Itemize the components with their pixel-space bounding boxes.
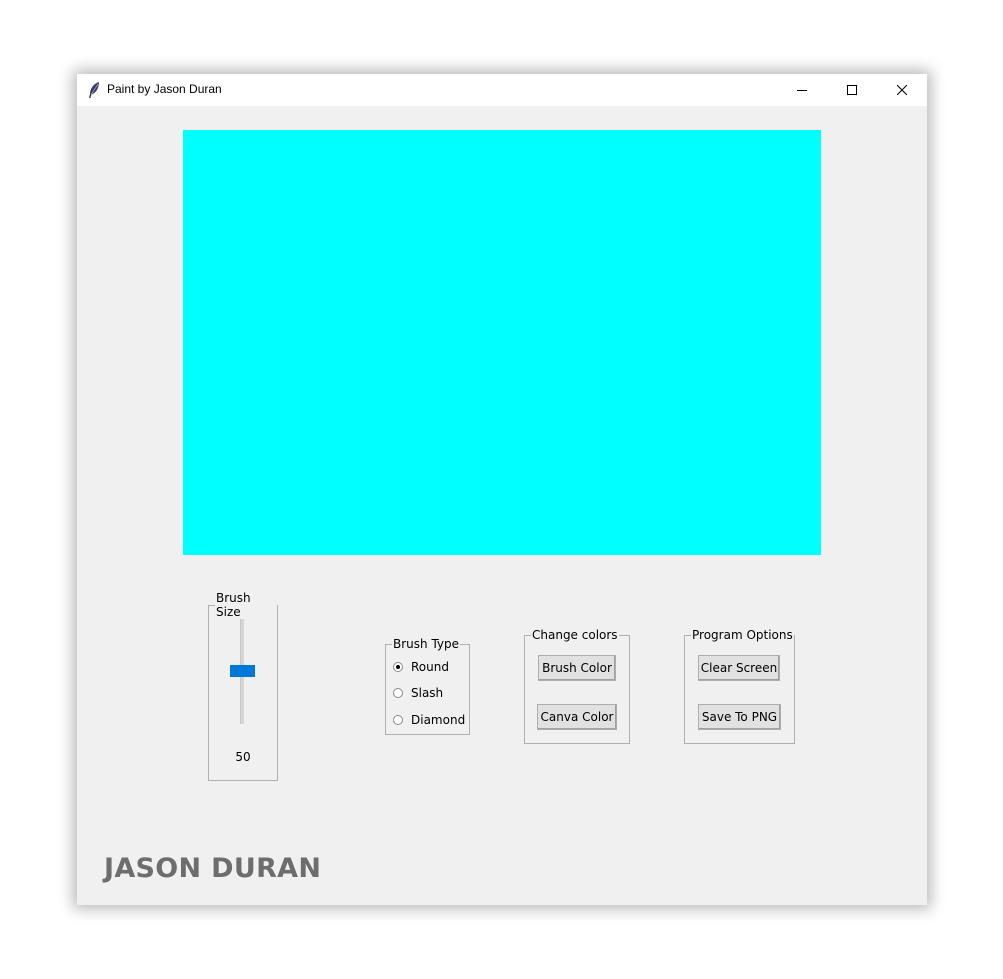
window-title: Paint by Jason Duran xyxy=(107,82,222,96)
radio-circle-diamond[interactable] xyxy=(393,715,403,725)
close-button[interactable] xyxy=(877,74,927,106)
clear-screen-button[interactable]: Clear Screen xyxy=(698,655,780,681)
brand-logo-text: JASON DURAN xyxy=(104,853,322,884)
app-window: Paint by Jason Duran Brush Size 50 Brush… xyxy=(77,74,927,905)
brush-type-label: Brush Type xyxy=(393,637,460,651)
drawing-canvas[interactable] xyxy=(183,130,821,555)
radio-label-slash: Slash xyxy=(411,686,444,700)
radio-round[interactable]: Round xyxy=(393,659,449,675)
save-to-png-button[interactable]: Save To PNG xyxy=(698,704,781,730)
brush-size-slider-thumb[interactable] xyxy=(230,665,255,677)
close-icon xyxy=(897,85,907,95)
program-options-label: Program Options xyxy=(692,628,793,642)
title-bar[interactable]: Paint by Jason Duran xyxy=(77,74,927,106)
canva-color-button[interactable]: Canva Color xyxy=(537,704,617,730)
radio-label-round: Round xyxy=(411,660,449,674)
radio-label-diamond: Diamond xyxy=(411,713,466,727)
brush-color-button[interactable]: Brush Color xyxy=(538,655,616,681)
change-colors-label: Change colors xyxy=(532,628,618,642)
radio-circle-slash[interactable] xyxy=(393,688,403,698)
brush-size-value: 50 xyxy=(235,750,251,764)
maximize-button[interactable] xyxy=(827,74,877,106)
radio-circle-round[interactable] xyxy=(393,662,403,672)
radio-slash[interactable]: Slash xyxy=(393,685,443,701)
minimize-icon xyxy=(797,90,807,91)
minimize-button[interactable] xyxy=(777,74,827,106)
maximize-icon xyxy=(847,85,857,95)
radio-diamond[interactable]: Diamond xyxy=(393,712,465,728)
brush-size-label: Brush Size xyxy=(216,591,251,619)
feather-icon xyxy=(87,81,101,99)
